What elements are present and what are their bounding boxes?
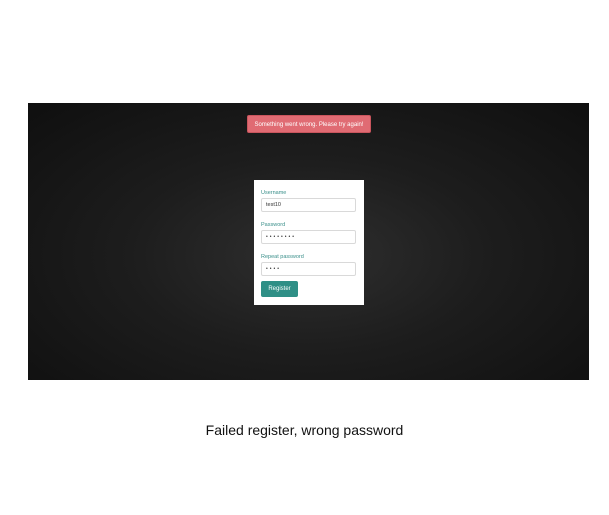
- register-form: Username test10 Password •••••••• Repeat…: [254, 180, 364, 305]
- username-input[interactable]: test10: [261, 198, 356, 212]
- password-label: Password: [261, 222, 286, 228]
- username-label: Username: [261, 190, 287, 196]
- password-input[interactable]: ••••••••: [261, 230, 356, 244]
- repeat-password-input[interactable]: ••••: [261, 262, 356, 276]
- figure-caption: Failed register, wrong password: [205, 422, 404, 438]
- register-button[interactable]: Register: [261, 281, 298, 297]
- app-screenshot: Something went wrong. Please try again! …: [28, 103, 589, 380]
- repeat-password-label: Repeat password: [261, 254, 304, 260]
- error-alert: Something went wrong. Please try again!: [247, 115, 371, 133]
